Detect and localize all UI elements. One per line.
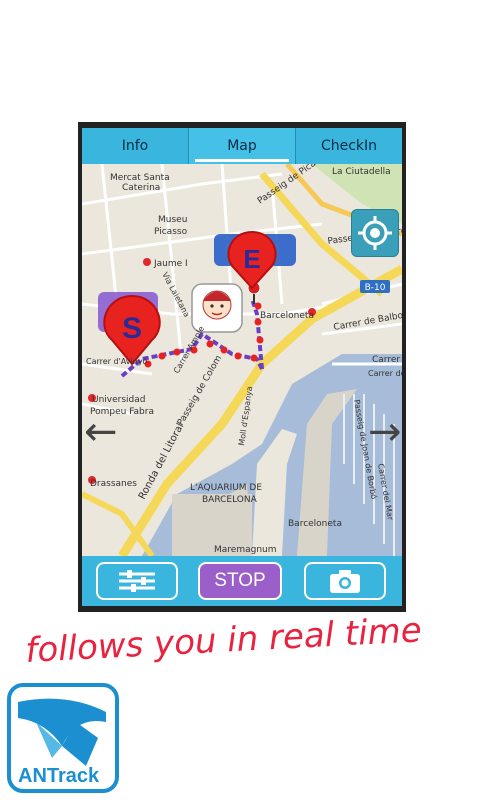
map-label: Picasso	[154, 227, 188, 237]
map-label: Barceloneta	[288, 519, 342, 529]
map-label: Mercat Santa	[110, 173, 170, 183]
settings-button[interactable]	[96, 562, 178, 600]
logo-text: ANTrack	[18, 765, 100, 787]
stop-button[interactable]: STOP	[198, 562, 282, 600]
tab-checkin[interactable]: CheckIn	[295, 128, 402, 164]
map-label: Universidad	[92, 395, 146, 405]
road-shield-b10: B-10	[365, 283, 386, 293]
camera-icon	[330, 570, 360, 593]
map-label: Jaume I	[153, 259, 188, 269]
locate-button[interactable]	[351, 209, 399, 257]
tagline-text: follows you in real time	[26, 618, 423, 671]
antrack-logo: ANTrack	[6, 682, 120, 794]
tab-bar: Info Map CheckIn	[82, 128, 402, 164]
map-label: Caterina	[122, 183, 160, 193]
stop-button-label: STOP	[214, 570, 266, 591]
map-label: Carrer de Barcelon	[368, 369, 402, 378]
sliders-icon	[119, 570, 155, 592]
map-label: La Ciutadella	[332, 167, 391, 177]
map-label: BARCELONA	[202, 495, 258, 505]
map-label: Maremagnum	[214, 545, 277, 555]
antrack-logo-icon: ANTrack	[7, 683, 119, 793]
phone-screen: Info Map CheckIn E S B-10 Mercat Santa C…	[78, 122, 406, 612]
map-label: Museu	[158, 215, 187, 225]
next-arrow-icon[interactable]: →	[368, 412, 402, 452]
map-label: Carrer d'Avinyó	[86, 356, 148, 366]
metro-icon	[143, 258, 151, 266]
avatar[interactable]	[191, 283, 243, 333]
prev-arrow-icon[interactable]: ←	[84, 412, 118, 452]
map-label: L'AQUARIUM DE	[190, 483, 262, 493]
map-label: Drassanes	[90, 479, 137, 489]
map-label: Carrer M	[372, 355, 402, 365]
bottom-toolbar: STOP	[82, 556, 402, 606]
map-view[interactable]: E S B-10 Mercat Santa Caterina Museu Pic…	[82, 164, 402, 556]
end-marker-label: E	[243, 244, 260, 274]
tagline: follows you in real time	[26, 618, 423, 671]
map-label: Barceloneta	[260, 311, 314, 321]
camera-button[interactable]	[304, 562, 386, 600]
crosshair-icon	[358, 216, 392, 250]
start-marker-label: S	[122, 312, 142, 345]
tab-info-label: Info	[121, 138, 149, 154]
tab-map-label: Map	[227, 138, 257, 154]
tab-info[interactable]: Info	[82, 128, 188, 164]
tab-map[interactable]: Map	[188, 128, 295, 164]
tab-checkin-label: CheckIn	[320, 138, 378, 154]
